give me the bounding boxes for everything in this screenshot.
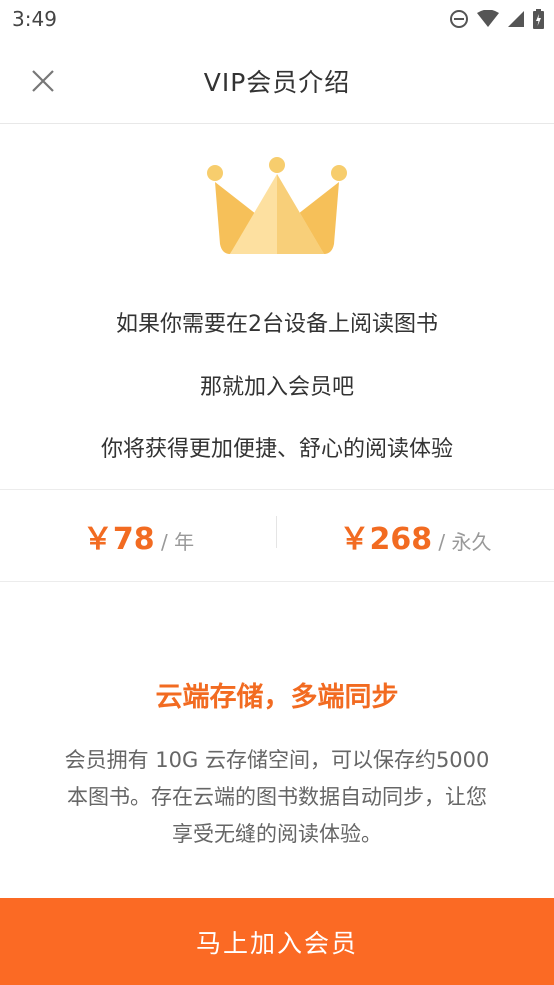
intro-line-1: 如果你需要在2台设备上阅读图书 bbox=[116, 312, 438, 337]
crown-icon bbox=[207, 157, 347, 254]
close-button[interactable] bbox=[24, 62, 62, 100]
page-title: VIP会员介绍 bbox=[203, 67, 351, 97]
period-yearly: / 年 bbox=[154, 529, 195, 554]
feature-description: 会员拥有 10G 云存储空间，可以保存约5000本图书。存在云端的图书数据自动同… bbox=[64, 748, 490, 846]
price-yearly: ￥78 bbox=[82, 521, 155, 557]
feature-title: 云端存储，多端同步 bbox=[155, 682, 399, 713]
battery-charging-icon bbox=[533, 9, 544, 29]
status-time: 3:49 bbox=[12, 7, 57, 31]
status-icons bbox=[449, 9, 544, 29]
intro-line-2: 那就加入会员吧 bbox=[199, 375, 354, 400]
price-divider bbox=[276, 516, 277, 548]
vip-intro: 如果你需要在2台设备上阅读图书 那就加入会员吧 你将获得更加便捷、舒心的阅读体验 bbox=[0, 124, 554, 490]
wifi-icon bbox=[477, 10, 499, 27]
price-lifetime: ￥268 bbox=[339, 521, 433, 557]
join-membership-button[interactable]: 马上加入会员 bbox=[0, 898, 554, 985]
period-lifetime: / 永久 bbox=[432, 529, 492, 554]
do-not-disturb-icon bbox=[450, 10, 468, 28]
pricing-options: ￥78 / 年 ￥268 / 永久 bbox=[0, 490, 554, 582]
app-bar: VIP会员介绍 bbox=[0, 38, 554, 124]
price-option-lifetime[interactable]: ￥268 / 永久 bbox=[277, 514, 554, 558]
price-option-yearly[interactable]: ￥78 / 年 bbox=[0, 514, 277, 558]
cellular-signal-icon bbox=[508, 11, 524, 27]
status-bar: 3:49 bbox=[0, 0, 554, 38]
close-icon bbox=[32, 70, 54, 92]
intro-line-3: 你将获得更加便捷、舒心的阅读体验 bbox=[100, 437, 453, 462]
